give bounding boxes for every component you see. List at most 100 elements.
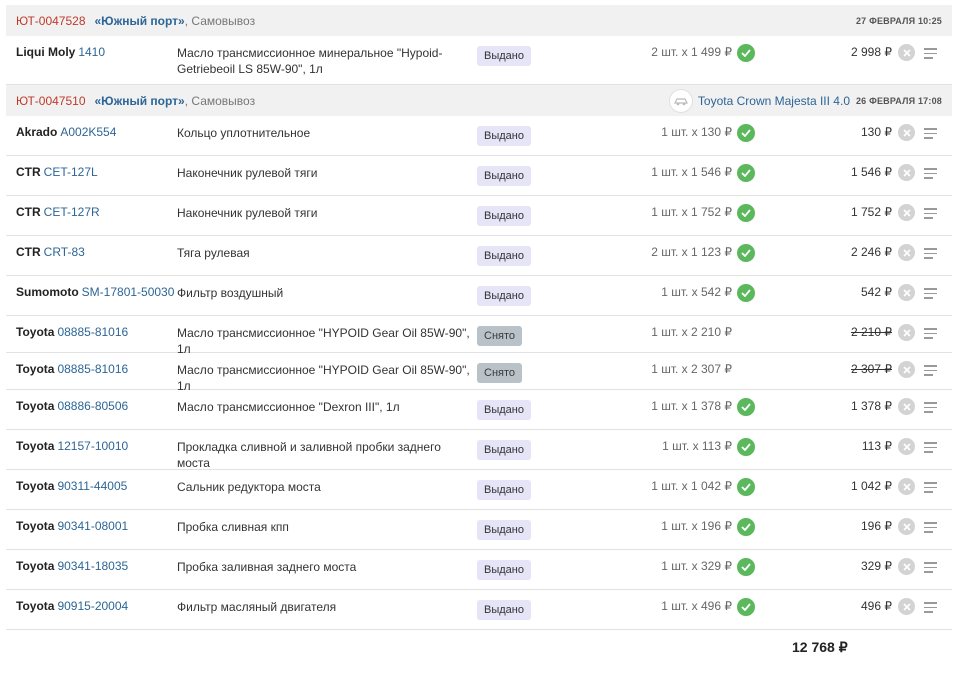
article-link[interactable]: 90915-20004 [57,599,128,613]
item-total: 2 998 ₽ [851,45,892,59]
article-link[interactable]: 08885-81016 [57,362,128,376]
item-quantity-price: 1 шт. x 196 ₽ [661,519,732,533]
order-id-link[interactable]: ЮТ-0047510 [16,94,86,108]
check-circle-icon [737,518,755,536]
status-badge: Выдано [477,166,531,186]
article-link[interactable]: 08886-80506 [57,399,128,413]
order-item-row: Toyota 90341-18035 Пробка заливная заднего… [6,550,952,590]
remove-circle-icon[interactable] [898,324,915,341]
item-brand: CTR CET-127L [16,165,98,179]
remove-circle-icon[interactable] [898,164,915,181]
menu-lines-icon[interactable] [924,128,937,142]
item-total: 113 ₽ [861,439,892,453]
item-description: Пробка заливная заднего моста [177,560,357,574]
check-circle-icon [737,204,755,222]
brand-name: Toyota [16,399,55,413]
brand-name: Toyota [16,362,55,376]
order-item-row: Toyota 08886-80506 Масло трансмиссионное "… [6,390,952,430]
item-total: 496 ₽ [861,599,892,613]
item-brand: CTR CRT-83 [16,245,85,259]
menu-lines-icon[interactable] [924,208,937,222]
article-link[interactable]: 1410 [78,45,105,59]
car-link[interactable]: Toyota Crown Majesta III 4.0 [668,88,850,113]
article-link[interactable]: 90311-44005 [57,479,127,493]
article-link[interactable]: 12157-10010 [57,439,128,453]
status-badge: Выдано [477,480,531,500]
item-brand: CTR CET-127R [16,205,100,219]
remove-circle-icon[interactable] [898,558,915,575]
menu-lines-icon[interactable] [924,482,937,496]
article-link[interactable]: 08885-81016 [57,325,128,339]
remove-circle-icon[interactable] [898,398,915,415]
menu-lines-icon[interactable] [924,168,937,182]
article-link[interactable]: CRT-83 [44,245,85,259]
article-link[interactable]: SM-17801-50030 [82,285,175,299]
check-circle-icon [737,124,755,142]
menu-lines-icon[interactable] [924,402,937,416]
item-quantity-price: 1 шт. x 1 378 ₽ [651,399,732,413]
remove-circle-icon[interactable] [898,361,915,378]
grand-total: 12 768 ₽ [792,639,848,655]
order-id-link[interactable]: ЮТ-0047528 [16,14,86,28]
menu-lines-icon[interactable] [924,248,937,262]
car-name: Toyota Crown Majesta III 4.0 [697,93,850,108]
status-badge: Выдано [477,46,531,66]
remove-circle-icon[interactable] [898,244,915,261]
menu-lines-icon[interactable] [924,602,937,616]
remove-circle-icon[interactable] [898,478,915,495]
item-total: 196 ₽ [861,519,892,533]
delivery-method: , Самовывоз [184,13,256,28]
menu-lines-icon[interactable] [924,328,937,342]
item-description: Кольцо уплотнительное [177,126,311,140]
status-badge: Выдано [477,400,531,420]
menu-lines-icon[interactable] [924,562,937,576]
article-link[interactable]: CET-127L [44,165,98,179]
brand-name: CTR [16,245,41,259]
item-total: 2 210 ₽ [851,325,892,339]
item-total: 2 246 ₽ [851,245,892,259]
delivery-method: , Самовывоз [184,93,256,108]
check-circle-icon [737,284,755,302]
item-description: Сальник редуктора моста [177,480,321,494]
store-link[interactable]: «Южный порт» [95,94,185,108]
item-description: Масло трансмиссионное "Dexron III", 1л [177,400,400,414]
status-badge: Выдано [477,520,531,540]
article-link[interactable]: 90341-18035 [57,559,128,573]
order-item-row: Toyota 08885-81016 Масло трансмиссионное "… [6,353,952,393]
remove-circle-icon[interactable] [898,598,915,615]
order-header: ЮТ-0047510 «Южный порт», Самовывоз Toyota … [6,85,952,116]
remove-circle-icon[interactable] [898,204,915,221]
order-item-row: CTR CET-127L Наконечник рулевой тяги Выдано… [6,156,952,196]
check-circle-icon [737,598,755,616]
item-description: Фильтр масляный двигателя [177,600,337,614]
menu-lines-icon[interactable] [924,48,937,62]
store-link[interactable]: «Южный порт» [95,14,185,28]
remove-circle-icon[interactable] [898,284,915,301]
menu-lines-icon[interactable] [924,522,937,536]
item-description: Наконечник рулевой тяги [177,206,318,220]
remove-circle-icon[interactable] [898,438,915,455]
remove-circle-icon[interactable] [898,124,915,141]
item-total: 329 ₽ [861,559,892,573]
brand-name: Liqui Moly [16,45,76,59]
article-link[interactable]: CET-127R [44,205,100,219]
menu-lines-icon[interactable] [924,365,937,379]
order-item-row: Liqui Moly 1410 Масло трансмиссионное мине… [6,36,952,85]
item-quantity-price: 1 шт. x 1 042 ₽ [651,479,732,493]
item-brand: Toyota 08885-81016 [16,362,128,376]
brand-name: CTR [16,205,41,219]
item-total: 1 042 ₽ [851,479,892,493]
status-badge: Выдано [477,286,531,306]
remove-circle-icon[interactable] [898,44,915,61]
item-brand: Toyota 90341-08001 [16,519,128,533]
check-circle-icon [737,164,755,182]
article-link[interactable]: 90341-08001 [57,519,128,533]
menu-lines-icon[interactable] [924,288,937,302]
item-brand: Toyota 12157-10010 [16,439,128,453]
remove-circle-icon[interactable] [898,518,915,535]
menu-lines-icon[interactable] [924,442,937,456]
status-badge: Выдано [477,206,531,226]
item-quantity-price: 1 шт. x 130 ₽ [661,125,732,139]
check-circle-icon [737,44,755,62]
article-link[interactable]: A002K554 [60,125,116,139]
